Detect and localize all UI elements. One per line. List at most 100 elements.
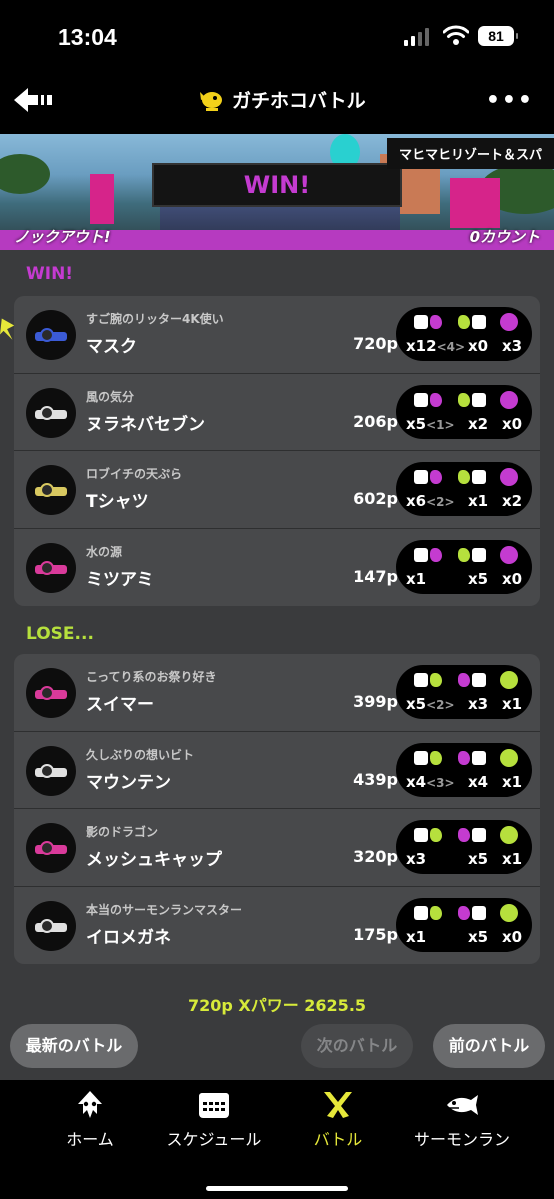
- squid-glyph: [414, 750, 428, 765]
- kills-value: x1: [406, 569, 427, 588]
- kill-count: x1: [406, 570, 426, 588]
- tab-home[interactable]: ホーム: [30, 1090, 150, 1150]
- weapon-icon: [26, 465, 76, 515]
- tab-battle[interactable]: バトル: [278, 1090, 398, 1150]
- special-glyph: [500, 313, 518, 331]
- previous-battle-button[interactable]: 前のバトル: [433, 1024, 545, 1068]
- palm-tree-decoration: [0, 154, 50, 194]
- assist-count: <1>: [426, 417, 455, 432]
- turf-points: 175p: [353, 924, 398, 944]
- kill-count: x5<2>: [406, 695, 455, 713]
- kill-count: x5<1>: [406, 415, 455, 433]
- player-title: 風の気分: [86, 389, 135, 404]
- kills-value: x1: [406, 927, 427, 946]
- special-weapon-icon: [500, 468, 520, 486]
- splat-icon: [414, 826, 448, 844]
- weapon-icon: [26, 310, 76, 360]
- banner-decoration: [90, 174, 114, 224]
- win-team-label: WIN!: [26, 264, 74, 284]
- special-weapon-icon: [500, 903, 520, 922]
- page-title: ガチホコバトル: [198, 86, 366, 113]
- splat-icon: [414, 391, 448, 409]
- top-nav: ガチホコバトル •••: [0, 70, 554, 132]
- death-count: x4: [468, 772, 489, 791]
- player-name: マスク: [86, 337, 137, 357]
- stage-name: マヒマヒリゾート＆スパ: [386, 138, 554, 169]
- death-icon: [458, 468, 492, 486]
- weapon-tank: [40, 918, 54, 933]
- death-count: x3: [468, 695, 489, 713]
- wifi-icon: [443, 25, 469, 45]
- player-row[interactable]: 水の源 ミツアミ 147p x1 x5 x0: [14, 529, 540, 607]
- player-row[interactable]: 風の気分 ヌラネバセブン 206p x5<1> x2 x0: [14, 374, 540, 451]
- tab-battle-label: バトル: [313, 1130, 363, 1149]
- weapon-tank: [40, 560, 54, 575]
- tab-salmon-run[interactable]: サーモンラン: [402, 1090, 522, 1150]
- special-weapon-icon: [500, 748, 520, 767]
- more-options-icon[interactable]: •••: [486, 88, 534, 113]
- special-count: x1: [502, 850, 523, 868]
- ink-glyph: [430, 315, 442, 329]
- battle-icon: [324, 1092, 352, 1118]
- player-name: ミツアミ: [86, 569, 154, 590]
- player-name: スイマー: [86, 695, 154, 715]
- assist-count: <2>: [426, 495, 455, 509]
- death-count: x5: [468, 850, 489, 868]
- next-battle-button[interactable]: 次のバトル: [301, 1024, 413, 1068]
- ink-glyph: [458, 392, 470, 407]
- kill-count: x1: [406, 928, 426, 946]
- player-stats: x5<2> x3 x1: [396, 665, 532, 719]
- player-name: メッシュキャップ: [86, 850, 222, 870]
- player-row[interactable]: こってり系のお祭り好き スイマー 399p x5<2> x3 x1: [14, 654, 540, 732]
- weapon-tank: [40, 328, 54, 342]
- player-row[interactable]: 本当のサーモンランマスター イロメガネ 175p x1 x5 x0: [14, 887, 540, 965]
- splat-icon: [414, 904, 448, 922]
- squid-glyph: [414, 392, 428, 407]
- weapon-tank: [40, 405, 54, 420]
- weapon-icon: [26, 900, 76, 951]
- mode-title: ガチホコバトル: [232, 90, 366, 112]
- player-row[interactable]: 久しぶりの想いビト マウンテン 439p x4<3> x4 x1: [14, 732, 540, 809]
- special-count: x0: [502, 927, 523, 946]
- death-count: x2: [468, 414, 489, 433]
- player-title: 久しぶりの想いビト: [86, 747, 195, 762]
- special-glyph: [500, 903, 518, 922]
- death-count: x0: [468, 337, 489, 355]
- special-weapon-icon: [500, 545, 520, 564]
- player-row[interactable]: 影のドラゴン メッシュキャップ 320p x3 x5 x1: [14, 809, 540, 887]
- salmon-icon: [447, 1095, 478, 1115]
- player-stats: x3 x5 x1: [396, 820, 532, 874]
- kills-value: x5: [406, 695, 427, 713]
- special-count: x1: [502, 695, 523, 713]
- ink-glyph: [430, 470, 442, 484]
- player-stats: x12<4> x0 x3: [396, 307, 532, 361]
- player-row[interactable]: すご腕のリッター4K使い マスク 720p x12<4> x0 x3: [14, 296, 540, 374]
- latest-battle-button[interactable]: 最新のバトル: [10, 1024, 138, 1068]
- turf-points: 206p: [353, 411, 398, 431]
- squid-glyph: [472, 905, 486, 920]
- result-text: WIN!: [243, 171, 311, 199]
- special-glyph: [500, 671, 518, 689]
- turf-points: 439p: [353, 769, 398, 789]
- tab-schedule[interactable]: スケジュール: [154, 1090, 274, 1150]
- rainmaker-icon: [200, 91, 222, 111]
- weapon-icon: [26, 387, 76, 438]
- kills-value: x5: [406, 414, 427, 433]
- player-title: すご腕のリッター4K使い: [86, 312, 224, 326]
- special-glyph: [500, 826, 518, 844]
- lose-team-list: こってり系のお祭り好き スイマー 399p x5<2> x3 x1 久しぶりの想いビト マウン…: [14, 654, 540, 964]
- player-stats: x1 x5 x0: [396, 897, 532, 952]
- player-row[interactable]: ロブイチの天ぷら Tシャツ 602p x6<2> x1 x2: [14, 451, 540, 529]
- knockout-label: ノックアウト!: [14, 228, 111, 246]
- special-glyph: [500, 468, 518, 486]
- turf-points: 602p: [353, 489, 398, 508]
- player-title: 影のドラゴン: [86, 825, 159, 839]
- ink-glyph: [458, 673, 470, 687]
- assist-count: <2>: [426, 698, 455, 712]
- special-count: x0: [502, 569, 523, 588]
- back-arrow-icon[interactable]: [14, 86, 54, 114]
- count-label: 0カウント: [469, 228, 540, 246]
- ink-glyph: [458, 750, 470, 765]
- kills-value: x12: [406, 337, 437, 355]
- ink-glyph: [458, 315, 470, 329]
